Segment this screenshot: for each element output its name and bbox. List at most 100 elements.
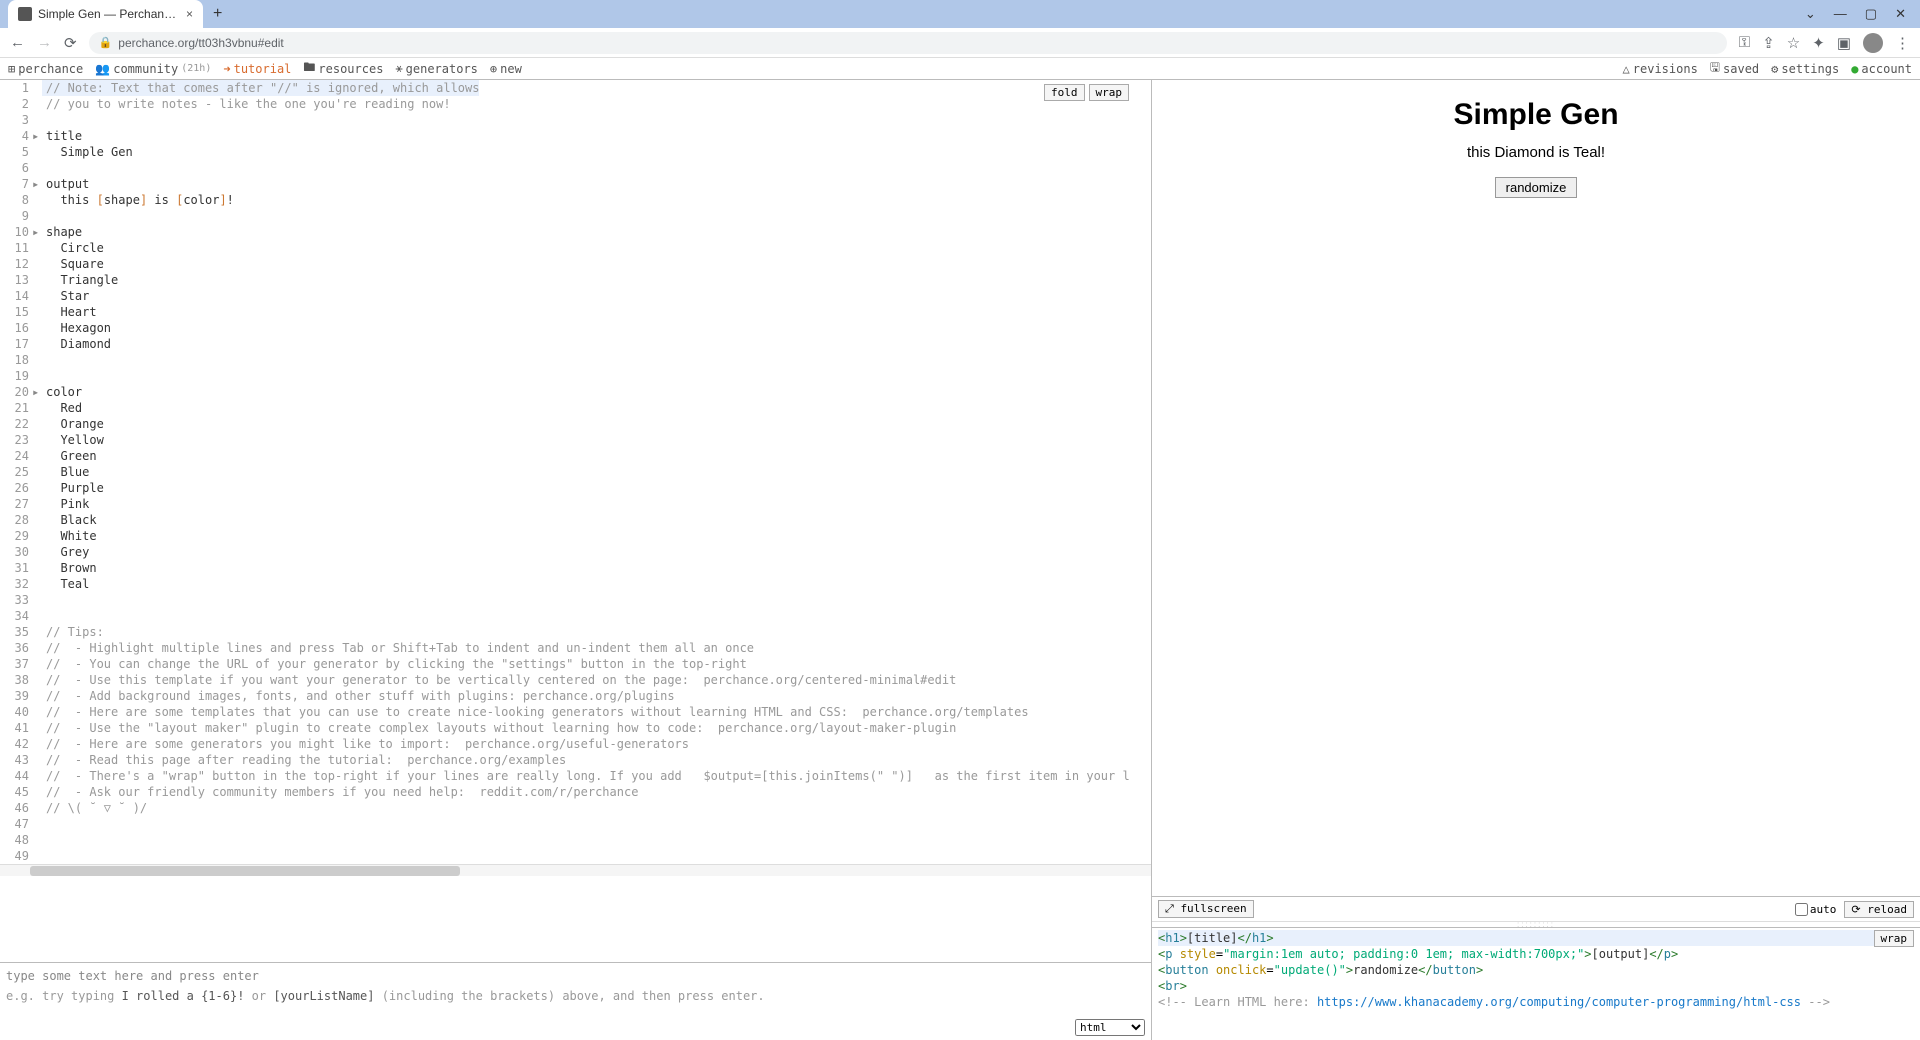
nav-settings[interactable]: ⚙ settings: [1771, 58, 1839, 79]
menu-icon[interactable]: ⋮: [1895, 34, 1910, 52]
code-line[interactable]: 45// - Ask our friendly community member…: [0, 784, 1151, 800]
code-line[interactable]: 32 Teal: [0, 576, 1151, 592]
code-line[interactable]: 40// - Here are some templates that you …: [0, 704, 1151, 720]
code-line[interactable]: 25 Blue: [0, 464, 1151, 480]
back-icon[interactable]: ←: [10, 34, 25, 51]
main-layout: fold wrap 1// Note: Text that comes afte…: [0, 80, 1920, 1040]
code-line[interactable]: 33: [0, 592, 1151, 608]
star-icon[interactable]: ☆: [1787, 34, 1800, 52]
code-line[interactable]: 29 White: [0, 528, 1151, 544]
preview-area: Simple Gen this Diamond is Teal! randomi…: [1152, 80, 1920, 896]
code-line[interactable]: 37// - You can change the URL of your ge…: [0, 656, 1151, 672]
extensions-icon[interactable]: ✦: [1812, 34, 1825, 52]
code-line[interactable]: 39// - Add background images, fonts, and…: [0, 688, 1151, 704]
panel-icon[interactable]: ▣: [1837, 34, 1851, 52]
preview-controls: ⤢ fullscreen auto ⟳ reload: [1152, 896, 1920, 921]
nav-community[interactable]: 👥 community (21h): [95, 58, 211, 79]
scrollbar-thumb[interactable]: [30, 866, 460, 876]
code-line[interactable]: 24 Green: [0, 448, 1151, 464]
code-line[interactable]: 17 Diamond: [0, 336, 1151, 352]
site-toolbar: ⊞ perchance 👥 community (21h) ➜ tutorial…: [0, 58, 1920, 80]
chevron-down-icon[interactable]: ⌄: [1805, 6, 1816, 22]
fullscreen-button[interactable]: ⤢ fullscreen: [1158, 900, 1254, 918]
code-line[interactable]: 44// - There's a "wrap" button in the to…: [0, 768, 1151, 784]
code-line[interactable]: 10▸shape: [0, 224, 1151, 240]
code-line[interactable]: 4▸title: [0, 128, 1151, 144]
code-line[interactable]: 30 Grey: [0, 544, 1151, 560]
code-line[interactable]: 13 Triangle: [0, 272, 1151, 288]
test-input[interactable]: type some text here and press enter: [6, 967, 1145, 985]
url-input[interactable]: 🔒 perchance.org/tt03h3vbnu#edit: [89, 32, 1727, 54]
nav-generators[interactable]: ⚹ generators: [395, 58, 477, 79]
test-area: type some text here and press enter e.g.…: [0, 962, 1151, 1040]
test-help-text: e.g. try typing I rolled a {1-6}! or [yo…: [6, 985, 1145, 1013]
code-line[interactable]: 42// - Here are some generators you migh…: [0, 736, 1151, 752]
share-icon[interactable]: ⇪: [1762, 34, 1775, 52]
maximize-icon[interactable]: ▢: [1865, 6, 1877, 22]
code-line[interactable]: 5 Simple Gen: [0, 144, 1151, 160]
code-editor[interactable]: fold wrap 1// Note: Text that comes afte…: [0, 80, 1151, 962]
code-line[interactable]: 15 Heart: [0, 304, 1151, 320]
code-line[interactable]: 48: [0, 832, 1151, 848]
browser-tab[interactable]: Simple Gen — Perchance Genera ×: [8, 0, 203, 28]
code-line[interactable]: 21 Red: [0, 400, 1151, 416]
new-tab-button[interactable]: +: [213, 5, 222, 23]
code-line[interactable]: 14 Star: [0, 288, 1151, 304]
code-line[interactable]: 11 Circle: [0, 240, 1151, 256]
code-line[interactable]: 8 this [shape] is [color]!: [0, 192, 1151, 208]
code-line[interactable]: 35// Tips:: [0, 624, 1151, 640]
code-line[interactable]: 9: [0, 208, 1151, 224]
code-line[interactable]: 38// - Use this template if you want you…: [0, 672, 1151, 688]
right-pane: Simple Gen this Diamond is Teal! randomi…: [1152, 80, 1920, 1040]
format-select[interactable]: html: [1075, 1019, 1145, 1036]
url-text: perchance.org/tt03h3vbnu#edit: [118, 36, 283, 50]
editor-horizontal-scrollbar[interactable]: [0, 864, 1151, 876]
profile-avatar[interactable]: [1863, 33, 1883, 53]
code-line[interactable]: 26 Purple: [0, 480, 1151, 496]
code-line[interactable]: 41// - Use the "layout maker" plugin to …: [0, 720, 1151, 736]
nav-resources[interactable]: 🖿 resources: [303, 58, 383, 79]
code-line[interactable]: 22 Orange: [0, 416, 1151, 432]
tab-close-icon[interactable]: ×: [186, 7, 193, 21]
randomize-button[interactable]: randomize: [1495, 177, 1578, 198]
forward-icon[interactable]: →: [37, 34, 52, 51]
code-line[interactable]: 28 Black: [0, 512, 1151, 528]
preview-title: Simple Gen: [1152, 98, 1920, 132]
reload-icon[interactable]: ⟳: [64, 34, 77, 52]
code-line[interactable]: 43// - Read this page after reading the …: [0, 752, 1151, 768]
code-line[interactable]: 18: [0, 352, 1151, 368]
code-line[interactable]: 31 Brown: [0, 560, 1151, 576]
code-line[interactable]: 3: [0, 112, 1151, 128]
code-line[interactable]: 49: [0, 848, 1151, 864]
code-line[interactable]: 23 Yellow: [0, 432, 1151, 448]
code-line[interactable]: 34: [0, 608, 1151, 624]
nav-new[interactable]: ⊕ new: [490, 58, 522, 79]
minimize-icon[interactable]: —: [1834, 6, 1847, 22]
nav-tutorial[interactable]: ➜ tutorial: [223, 58, 291, 79]
code-line[interactable]: 19: [0, 368, 1151, 384]
code-line[interactable]: 6: [0, 160, 1151, 176]
wrap-button[interactable]: wrap: [1089, 84, 1130, 101]
tab-title: Simple Gen — Perchance Genera: [38, 7, 178, 21]
html-editor[interactable]: wrap <h1>[title]</h1> <p style="margin:1…: [1152, 927, 1920, 1040]
code-line[interactable]: 1// Note: Text that comes after "//" is …: [0, 80, 1151, 96]
reload-button[interactable]: ⟳ reload: [1844, 901, 1914, 918]
nav-perchance[interactable]: ⊞ perchance: [8, 58, 83, 79]
fold-button[interactable]: fold: [1044, 84, 1085, 101]
code-line[interactable]: 46// \( ˘ ▽ ˘ )/: [0, 800, 1151, 816]
key-icon[interactable]: ⚿: [1739, 34, 1750, 51]
code-line[interactable]: 12 Square: [0, 256, 1151, 272]
code-line[interactable]: 36// - Highlight multiple lines and pres…: [0, 640, 1151, 656]
code-line[interactable]: 7▸output: [0, 176, 1151, 192]
close-window-icon[interactable]: ✕: [1895, 6, 1906, 22]
auto-checkbox[interactable]: auto: [1795, 903, 1837, 916]
nav-saved[interactable]: 🖫 saved: [1710, 58, 1759, 79]
html-wrap-button[interactable]: wrap: [1874, 930, 1915, 947]
nav-account[interactable]: ● account: [1851, 58, 1912, 79]
code-line[interactable]: 20▸color: [0, 384, 1151, 400]
nav-revisions[interactable]: △ revisions: [1623, 58, 1698, 79]
code-line[interactable]: 2// you to write notes - like the one yo…: [0, 96, 1151, 112]
code-line[interactable]: 16 Hexagon: [0, 320, 1151, 336]
code-line[interactable]: 47: [0, 816, 1151, 832]
code-line[interactable]: 27 Pink: [0, 496, 1151, 512]
